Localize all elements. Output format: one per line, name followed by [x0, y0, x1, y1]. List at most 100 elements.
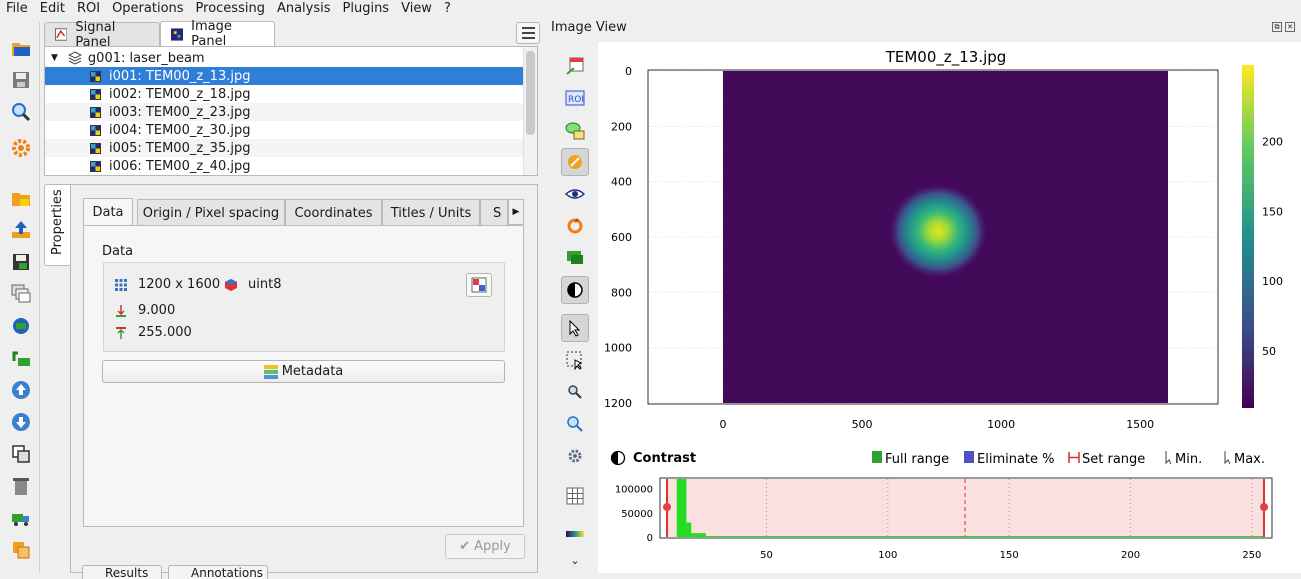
eliminate-label: Eliminate % [977, 452, 1055, 467]
menu-view[interactable]: View [395, 0, 438, 18]
tree-item[interactable]: i003: TEM00_z_23.jpg [45, 103, 525, 121]
rect-select-icon [566, 351, 582, 370]
menu-analysis[interactable]: Analysis [271, 0, 337, 18]
chevron-right-icon: ▶ [512, 207, 520, 217]
annotation-shape-button[interactable] [561, 116, 589, 144]
contrast-button[interactable] [561, 276, 589, 304]
tree-item[interactable]: i004: TEM00_z_30.jpg [45, 121, 525, 139]
menu-plugins[interactable]: Plugins [337, 0, 396, 18]
menu-file[interactable]: File [0, 0, 34, 18]
dock-buttons: ⧉ ✕ [1272, 22, 1295, 32]
search-button[interactable] [8, 99, 34, 125]
roi-button[interactable]: ROI [561, 84, 589, 112]
tab-image-panel[interactable]: Image Panel [160, 19, 275, 49]
tab-scroll-right-button[interactable]: ▶ [508, 199, 524, 225]
import-button[interactable] [8, 345, 34, 371]
more-tools-button[interactable]: ⌄ [561, 546, 589, 574]
comment-button[interactable] [561, 244, 589, 272]
save-all-button[interactable] [8, 249, 34, 275]
tree-item[interactable]: i006: TEM00_z_40.jpg [45, 157, 525, 175]
sync-button[interactable] [561, 212, 589, 240]
tree-scrollbar[interactable] [523, 47, 537, 175]
shape-row: 1200 x 1600 [114, 277, 220, 292]
move-down-button[interactable] [8, 409, 34, 435]
open-group-button[interactable] [8, 185, 34, 211]
autoscale-button[interactable] [561, 148, 589, 176]
colormap-button[interactable] [561, 520, 589, 548]
rect-zoom-button[interactable] [561, 346, 589, 374]
tree-item-label: i005: TEM00_z_35.jpg [109, 140, 251, 156]
set-range-button[interactable]: Set range [1068, 452, 1145, 467]
colorbar-tick-label: 50 [1262, 345, 1276, 358]
zoom-fit-button[interactable] [561, 410, 589, 438]
beam-spot [890, 185, 986, 277]
min-value: 9.000 [138, 303, 176, 318]
menubar: File Edit ROI Operations Processing Anal… [0, 0, 1301, 18]
save-button[interactable] [8, 67, 34, 93]
plot-canvas[interactable]: TEM00_z_13.jpg 020040060080010001200 0 50… [598, 42, 1301, 573]
zoom-fit-icon [567, 416, 583, 432]
upload-button[interactable] [8, 217, 34, 243]
menu-operations[interactable]: Operations [106, 0, 189, 18]
range-min-handle[interactable] [663, 503, 671, 511]
menu-help[interactable]: ? [438, 0, 457, 18]
refresh-button[interactable] [8, 313, 34, 339]
tab-truncated[interactable]: S [480, 199, 508, 226]
histogram-x-tick-label: 250 [1242, 550, 1261, 561]
visibility-button[interactable] [561, 180, 589, 208]
tab-properties[interactable]: Properties [44, 184, 70, 266]
float-icon[interactable]: ⧉ [1272, 22, 1282, 32]
image-thumbnail-icon [90, 70, 101, 82]
results-button[interactable]: Results [82, 565, 162, 579]
image-plot-area[interactable]: TEM00_z_13.jpg 0 200 400 600 800 1000 1200 0 50… [598, 42, 1301, 573]
menu-roi[interactable]: ROI [71, 0, 106, 18]
full-range-button[interactable]: Full range [872, 451, 949, 467]
histogram-y-ticks: 0 50000 100000 [615, 485, 653, 544]
open-folder-button[interactable] [8, 35, 34, 61]
apply-button[interactable]: ✔ Apply [445, 534, 525, 559]
transfer-button[interactable] [8, 505, 34, 531]
tab-titles-units[interactable]: Titles / Units [382, 199, 480, 226]
table-export-icon [566, 57, 584, 75]
panel-menu-button[interactable] [516, 22, 540, 44]
sync-icon [567, 218, 583, 234]
max-button[interactable]: Max. [1224, 451, 1265, 467]
export-button[interactable] [561, 52, 589, 80]
annotations-button[interactable]: Annotations [168, 565, 268, 579]
check-icon: ✔ [459, 539, 471, 554]
tab-signal-panel[interactable]: Signal Panel [44, 20, 160, 50]
move-up-button[interactable] [8, 377, 34, 403]
settings-button[interactable] [8, 135, 34, 161]
tab-signal-label: Signal Panel [75, 19, 116, 50]
tree-group-row[interactable]: ▼ g001: laser_beam [45, 49, 525, 67]
folder-open-icon [12, 43, 30, 56]
delete-button[interactable] [8, 473, 34, 499]
close-icon[interactable]: ✕ [1285, 22, 1295, 32]
metadata-button[interactable]: Metadata [102, 360, 505, 383]
range-max-handle[interactable] [1260, 503, 1268, 511]
menu-edit[interactable]: Edit [34, 0, 71, 18]
eliminate-button[interactable]: Eliminate % [964, 451, 1055, 467]
menu-processing[interactable]: Processing [190, 0, 271, 18]
histogram-x-tick-label: 100 [878, 550, 897, 561]
select-tool-button[interactable] [561, 314, 589, 342]
tab-origin-pixel-spacing[interactable]: Origin / Pixel spacing [137, 199, 285, 226]
eye-icon [564, 189, 586, 199]
group-button[interactable] [8, 537, 34, 563]
shape-value: 1200 x 1600 [138, 277, 221, 292]
tree-item[interactable]: i002: TEM00_z_18.jpg [45, 85, 525, 103]
tree-item[interactable]: i001: TEM00_z_13.jpg [45, 67, 525, 85]
min-button[interactable]: Min. [1165, 451, 1202, 467]
tab-coordinates[interactable]: Coordinates [285, 199, 382, 226]
duplicate-button[interactable] [8, 281, 34, 307]
copy-data-button[interactable] [466, 273, 492, 297]
image-thumbnail-icon [90, 106, 101, 118]
plot-settings-button[interactable] [561, 442, 589, 470]
copy-button[interactable] [8, 441, 34, 467]
tab-data[interactable]: Data [83, 198, 133, 226]
object-tree[interactable]: ▼ g001: laser_beam i001: TEM00_z_13.jpg … [44, 46, 538, 176]
grid-toggle-button[interactable] [561, 482, 589, 510]
zoom-button[interactable] [561, 378, 589, 406]
tree-item[interactable]: i005: TEM00_z_35.jpg [45, 139, 525, 157]
scrollbar-thumb[interactable] [526, 51, 535, 135]
